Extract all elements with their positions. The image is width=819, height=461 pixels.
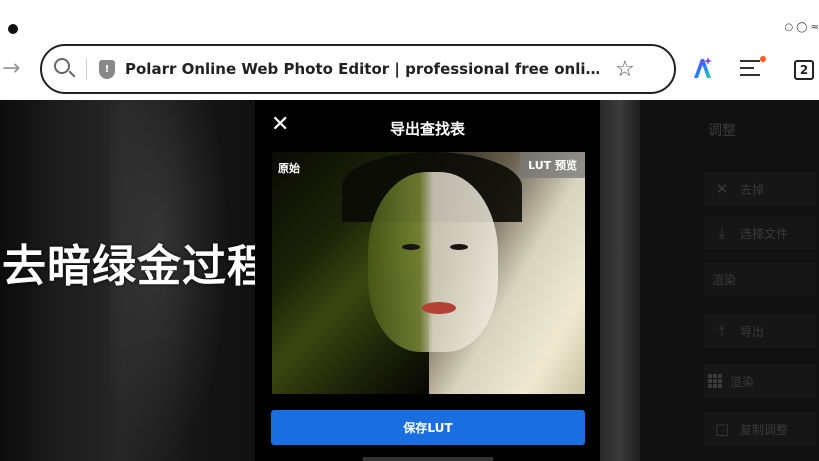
- shield-icon[interactable]: !: [99, 59, 115, 79]
- download-icon: ⤓: [718, 224, 726, 242]
- panel-item-render[interactable]: 渲染: [704, 262, 816, 296]
- export-lut-modal: ✕ 导出查找表 原始 LUT 预览 保存LUT: [255, 100, 600, 461]
- photo-editor: 去暗绿金过程 调整 ✕ 去掉 ⤓ 选择文件 渲染 ⤒ 导出 渲染 □ 复制调整 …: [0, 100, 819, 461]
- copy-icon: □: [714, 420, 730, 438]
- adjust-panel: 调整 ✕ 去掉 ⤓ 选择文件 渲染 ⤒ 导出 渲染 □ 复制调整: [640, 100, 819, 461]
- portrait-face: [368, 172, 498, 352]
- overlay-caption: 去暗绿金过程: [2, 241, 272, 292]
- panel-title: 调整: [708, 123, 736, 139]
- forward-arrow-icon[interactable]: →: [2, 56, 20, 81]
- home-indicator: [363, 457, 493, 461]
- grid-icon: [708, 374, 722, 388]
- tabs-count-button[interactable]: 2: [794, 60, 814, 80]
- menu-icon[interactable]: [740, 56, 766, 78]
- status-bar-icons: ○ ◯ ≈: [784, 22, 819, 33]
- modal-title: 导出查找表: [389, 120, 465, 138]
- star-bookmark-icon[interactable]: ☆: [615, 57, 635, 82]
- page-title-url[interactable]: Polarr Online Web Photo Editor | profess…: [125, 60, 599, 78]
- browser-chrome: ○ ◯ ≈ → ! Polarr Online Web Photo Editor…: [0, 0, 819, 100]
- portrait-lips: [422, 302, 456, 314]
- save-lut-button[interactable]: 保存LUT: [271, 410, 585, 445]
- address-divider: [86, 58, 87, 80]
- lut-preview: 原始 LUT 预览: [272, 152, 585, 394]
- background-photo-strip: [600, 100, 640, 461]
- upload-icon: ⤒: [718, 322, 726, 340]
- panel-item-choose-file[interactable]: ⤓ 选择文件: [704, 216, 816, 250]
- close-icon: ✕: [715, 180, 729, 198]
- label-original: 原始: [278, 162, 300, 175]
- panel-item-remove[interactable]: ✕ 去掉: [704, 172, 816, 206]
- label-lut-preview: LUT 预览: [520, 152, 585, 178]
- panel-item-export[interactable]: ⤒ 导出: [704, 314, 816, 348]
- panel-item-copy-adjust[interactable]: □ 复制调整: [704, 412, 816, 446]
- notification-dot-icon: [760, 56, 766, 62]
- panel-item-render-2[interactable]: 渲染: [704, 364, 816, 398]
- search-icon: [54, 58, 76, 80]
- address-bar[interactable]: ! Polarr Online Web Photo Editor | profe…: [40, 44, 676, 94]
- status-indicator-icon: [8, 24, 18, 34]
- ai-assistant-icon[interactable]: [690, 56, 714, 80]
